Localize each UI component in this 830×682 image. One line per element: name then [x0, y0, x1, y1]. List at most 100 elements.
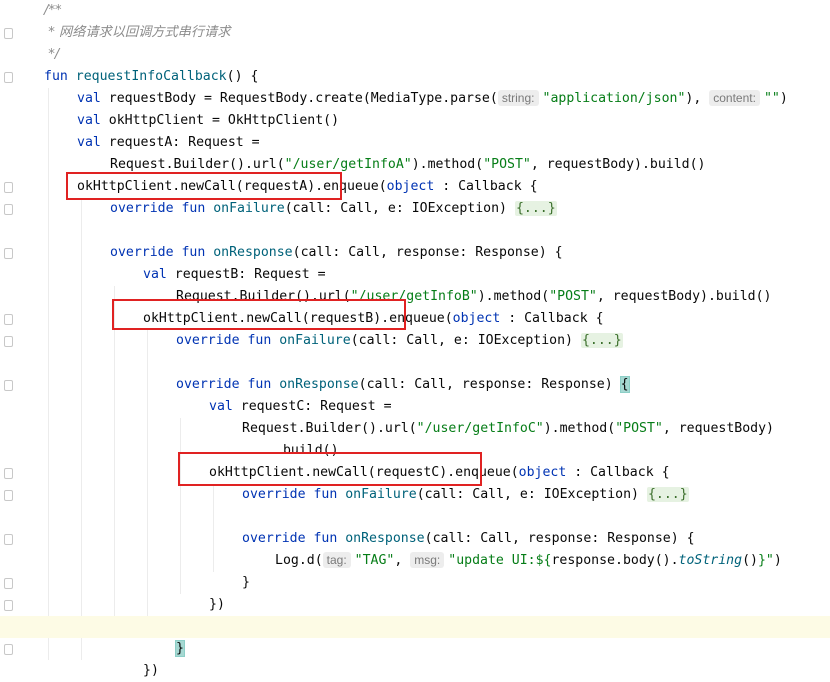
- code-line-content: }): [209, 594, 225, 616]
- code-line[interactable]: */: [0, 44, 830, 66]
- code-line[interactable]: * 网络请求以回调方式串行请求: [0, 22, 830, 44]
- code-line[interactable]: override fun onResponse(call: Call, resp…: [0, 374, 830, 396]
- code-text: (call: Call, e: IOException): [350, 333, 581, 348]
- code-line-content: Log.d(tag: "TAG", msg: "update UI:${respon…: [275, 550, 782, 572]
- code-text: : Callback {: [442, 179, 538, 194]
- code-line[interactable]: Log.d(tag: "TAG", msg: "update UI:${respon…: [0, 550, 830, 572]
- code-line-content: override fun onFailure(call: Call, e: IO…: [110, 198, 557, 220]
- code-line-content: val requestB: Request =: [143, 264, 326, 286]
- code-text: , requestBody).build(): [530, 157, 706, 172]
- code-line[interactable]: val requestB: Request =: [0, 264, 830, 286]
- code-text: : Callback {: [508, 311, 604, 326]
- code-line[interactable]: [0, 352, 830, 374]
- code-line[interactable]: Request.Builder().url("/user/getInfoC").…: [0, 418, 830, 440]
- code-line[interactable]: Request.Builder().url("/user/getInfoA").…: [0, 154, 830, 176]
- code-text: }): [143, 663, 159, 678]
- code-text: requestB: Request =: [174, 267, 326, 282]
- code-line[interactable]: okHttpClient.newCall(requestA).enqueue(o…: [0, 176, 830, 198]
- code-text: ).method(: [543, 421, 616, 436]
- code-keyword: object: [518, 465, 575, 480]
- code-comment: /**: [44, 3, 62, 18]
- code-line[interactable]: }: [0, 638, 830, 660]
- code-line[interactable]: [0, 506, 830, 528]
- code-line[interactable]: [0, 616, 830, 638]
- code-line[interactable]: Request.Builder().url("/user/getInfoB").…: [0, 286, 830, 308]
- code-text: Request.Builder().url(: [242, 421, 417, 436]
- code-extension-call: toString: [678, 553, 743, 568]
- code-line[interactable]: override fun onResponse(call: Call, resp…: [0, 528, 830, 550]
- code-string: }": [757, 553, 774, 568]
- code-text: Log.d(: [275, 553, 323, 568]
- code-keyword: override fun: [242, 487, 346, 502]
- code-text: }): [209, 597, 225, 612]
- code-function-name: requestInfoCallback: [75, 69, 227, 84]
- code-line[interactable]: okHttpClient.newCall(requestC).enqueue(o…: [0, 462, 830, 484]
- code-keyword: fun: [44, 69, 76, 84]
- code-string: "TAG": [354, 553, 395, 568]
- code-line-content: .build(): [275, 440, 339, 462]
- code-text: (call: Call, response: Response): [358, 377, 621, 392]
- folded-block[interactable]: {...}: [514, 201, 557, 216]
- code-text: ).method(: [477, 289, 550, 304]
- folded-block[interactable]: {...}: [646, 487, 689, 502]
- code-line[interactable]: override fun onFailure(call: Call, e: IO…: [0, 484, 830, 506]
- code-keyword: object: [452, 311, 509, 326]
- code-line[interactable]: }): [0, 660, 830, 682]
- code-keyword: object: [386, 179, 443, 194]
- folded-block[interactable]: {...}: [580, 333, 623, 348]
- code-line-content: }: [175, 638, 185, 660]
- code-text: }: [242, 575, 250, 590]
- code-line[interactable]: fun requestInfoCallback() {: [0, 66, 830, 88]
- code-text: okHttpClient = OkHttpClient(): [108, 113, 340, 128]
- code-comment: */: [44, 47, 60, 62]
- code-line-content: */: [44, 44, 59, 66]
- code-function-name: onFailure: [345, 487, 417, 502]
- code-text: .build(): [275, 443, 339, 458]
- code-string: "POST": [483, 157, 531, 172]
- code-line[interactable]: /**: [0, 0, 830, 22]
- code-line[interactable]: override fun onFailure(call: Call, e: IO…: [0, 330, 830, 352]
- code-line-content: Request.Builder().url("/user/getInfoB").…: [176, 286, 772, 308]
- parameter-hint[interactable]: tag:: [322, 552, 351, 568]
- code-function-name: onResponse: [279, 377, 359, 392]
- code-line[interactable]: val requestBody = RequestBody.create(Med…: [0, 88, 830, 110]
- code-line[interactable]: val requestC: Request =: [0, 396, 830, 418]
- code-line-content: Request.Builder().url("/user/getInfoA").…: [110, 154, 706, 176]
- code-function-name: onFailure: [279, 333, 351, 348]
- code-line-content: okHttpClient.newCall(requestC).enqueue(o…: [209, 462, 670, 484]
- matched-brace: }: [175, 640, 185, 657]
- code-string: "POST": [615, 421, 663, 436]
- code-keyword: val: [77, 135, 109, 150]
- code-line-content: val requestBody = RequestBody.create(Med…: [77, 88, 788, 110]
- parameter-hint[interactable]: msg:: [410, 552, 445, 568]
- parameter-hint[interactable]: content:: [709, 90, 760, 106]
- code-line[interactable]: override fun onResponse(call: Call, resp…: [0, 242, 830, 264]
- code-keyword: override fun: [176, 377, 280, 392]
- code-comment: * 网络请求以回调方式串行请求: [44, 25, 231, 40]
- code-keyword: val: [77, 113, 109, 128]
- code-line[interactable]: okHttpClient.newCall(requestB).enqueue(o…: [0, 308, 830, 330]
- code-line-content: val okHttpClient = OkHttpClient(): [77, 110, 339, 132]
- code-text: (call: Call, response: Response) {: [424, 531, 695, 546]
- code-line-content: override fun onResponse(call: Call, resp…: [176, 374, 630, 396]
- code-line[interactable]: override fun onFailure(call: Call, e: IO…: [0, 198, 830, 220]
- code-text: ): [773, 553, 782, 568]
- code-line-content: override fun onFailure(call: Call, e: IO…: [242, 484, 689, 506]
- code-text: , requestBody): [662, 421, 774, 436]
- code-text: ),: [685, 91, 710, 106]
- code-line[interactable]: val okHttpClient = OkHttpClient(): [0, 110, 830, 132]
- parameter-hint[interactable]: string:: [497, 90, 539, 106]
- code-text: (): [742, 553, 758, 568]
- code-string: "/user/getInfoC": [416, 421, 544, 436]
- code-line-content: override fun onFailure(call: Call, e: IO…: [176, 330, 623, 352]
- code-line[interactable]: .build(): [0, 440, 830, 462]
- matched-brace: {: [619, 376, 630, 393]
- code-string: "update UI:${: [448, 553, 552, 568]
- code-line[interactable]: [0, 220, 830, 242]
- code-line-content: }: [242, 572, 250, 594]
- code-line[interactable]: val requestA: Request =: [0, 132, 830, 154]
- code-line-content: Request.Builder().url("/user/getInfoC").…: [242, 418, 774, 440]
- code-text: Request.Builder().url(: [110, 157, 285, 172]
- code-line[interactable]: }): [0, 594, 830, 616]
- code-line[interactable]: }: [0, 572, 830, 594]
